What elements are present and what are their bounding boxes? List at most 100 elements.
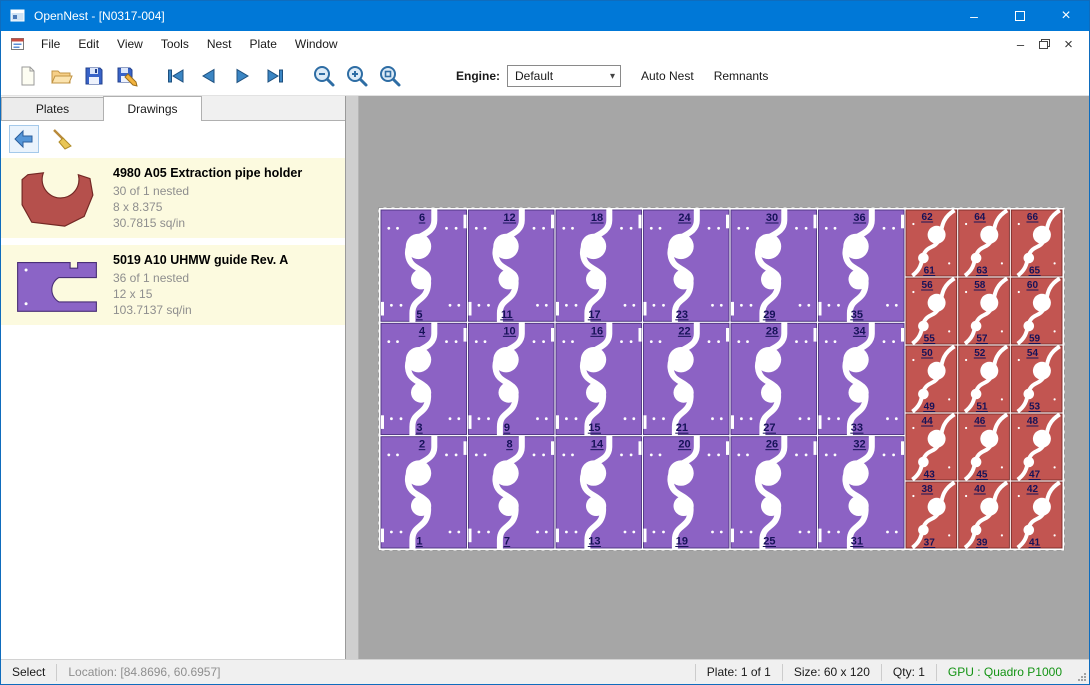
zoom-fit-icon [377, 63, 403, 89]
svg-text:52: 52 [974, 348, 986, 359]
drawing-nested-count: 36 of 1 nested [113, 270, 288, 286]
drawings-toolbar [1, 121, 345, 157]
drawing-size: 8 x 8.375 [113, 199, 302, 215]
previous-arrow-icon [197, 64, 221, 88]
svg-text:10: 10 [503, 325, 515, 337]
svg-text:59: 59 [1029, 334, 1041, 345]
svg-text:44: 44 [922, 416, 934, 427]
drawing-size: 12 x 15 [113, 286, 288, 302]
save-as-button[interactable] [110, 60, 143, 92]
auto-nest-button[interactable]: Auto Nest [641, 69, 694, 83]
resize-grip[interactable] [1073, 660, 1089, 684]
nest-plate[interactable]: 6512111817242330293635431091615222128273… [378, 207, 1065, 551]
save-button[interactable] [77, 60, 110, 92]
menu-file[interactable]: File [32, 32, 69, 56]
panel-tabs: Plates Drawings [1, 96, 345, 121]
status-gpu: GPU : Quadro P1000 [937, 665, 1073, 679]
tab-plates[interactable]: Plates [1, 97, 104, 120]
svg-text:18: 18 [591, 212, 603, 224]
nest-canvas[interactable]: 6512111817242330293635431091615222128273… [359, 96, 1089, 659]
mdi-close-button[interactable]: × [1058, 35, 1079, 54]
part-thumbnail-red [11, 164, 103, 232]
svg-text:27: 27 [763, 422, 775, 434]
menu-nest[interactable]: Nest [198, 32, 241, 56]
svg-text:31: 31 [851, 536, 863, 548]
back-arrow-icon [12, 127, 36, 151]
status-location: Location: [84.8696, 60.6957] [57, 665, 231, 679]
minimize-button[interactable]: – [951, 1, 997, 31]
drawing-item-extraction-pipe-holder[interactable]: 4980 A05 Extraction pipe holder 30 of 1 … [1, 158, 345, 238]
engine-select[interactable]: Default ▾ [507, 65, 621, 87]
svg-text:39: 39 [976, 538, 988, 549]
maximize-button[interactable] [997, 1, 1043, 31]
menu-view[interactable]: View [108, 32, 152, 56]
drawing-item-uhmw-guide[interactable]: 5019 A10 UHMW guide Rev. A 36 of 1 neste… [1, 245, 345, 325]
next-plate-button[interactable] [225, 60, 258, 92]
app-icon [10, 8, 26, 24]
svg-text:22: 22 [678, 325, 690, 337]
clear-button[interactable] [47, 125, 77, 153]
svg-text:7: 7 [504, 536, 510, 548]
engine-value: Default [515, 69, 610, 83]
svg-text:41: 41 [1029, 538, 1041, 549]
last-arrow-icon [263, 64, 287, 88]
svg-text:48: 48 [1027, 416, 1039, 427]
close-button[interactable]: × [1043, 1, 1089, 31]
next-arrow-icon [230, 64, 254, 88]
first-plate-button[interactable] [159, 60, 192, 92]
svg-text:5: 5 [416, 309, 422, 321]
svg-text:53: 53 [1029, 402, 1041, 413]
restore-icon [1039, 39, 1050, 49]
svg-text:64: 64 [974, 212, 986, 223]
mdi-minimize-button[interactable]: – [1010, 35, 1031, 54]
drawing-nested-count: 30 of 1 nested [113, 183, 302, 199]
previous-plate-button[interactable] [192, 60, 225, 92]
status-plate: Plate: 1 of 1 [696, 665, 782, 679]
mdi-restore-button[interactable] [1034, 35, 1055, 54]
svg-text:15: 15 [588, 422, 600, 434]
svg-text:13: 13 [588, 536, 600, 548]
menu-tools[interactable]: Tools [152, 32, 198, 56]
zoom-fit-button[interactable] [373, 60, 406, 92]
svg-text:12: 12 [503, 212, 515, 224]
remnants-button[interactable]: Remnants [714, 69, 769, 83]
new-button[interactable] [11, 60, 44, 92]
zoom-out-button[interactable] [307, 60, 340, 92]
svg-text:25: 25 [763, 536, 775, 548]
svg-text:60: 60 [1027, 280, 1039, 291]
last-plate-button[interactable] [258, 60, 291, 92]
svg-text:42: 42 [1027, 484, 1039, 495]
svg-text:16: 16 [591, 325, 603, 337]
drawing-list: 4980 A05 Extraction pipe holder 30 of 1 … [1, 157, 345, 659]
svg-text:49: 49 [924, 402, 936, 413]
engine-label: Engine: [456, 69, 500, 83]
svg-text:50: 50 [922, 348, 934, 359]
toolbar: Engine: Default ▾ Auto Nest Remnants [1, 57, 1089, 96]
svg-text:6: 6 [419, 212, 425, 224]
panel-splitter[interactable] [346, 96, 359, 659]
svg-text:62: 62 [922, 212, 934, 223]
status-size: Size: 60 x 120 [783, 665, 881, 679]
svg-text:30: 30 [766, 212, 778, 224]
svg-text:47: 47 [1029, 470, 1041, 481]
menu-window[interactable]: Window [286, 32, 347, 56]
zoom-in-button[interactable] [340, 60, 373, 92]
svg-text:63: 63 [976, 266, 988, 277]
svg-text:58: 58 [974, 280, 986, 291]
svg-text:8: 8 [506, 439, 512, 451]
part-thumbnail-purple [11, 251, 103, 319]
chevron-down-icon: ▾ [610, 71, 615, 82]
svg-text:45: 45 [976, 470, 988, 481]
svg-text:57: 57 [976, 334, 988, 345]
return-part-button[interactable] [9, 125, 39, 153]
menu-edit[interactable]: Edit [69, 32, 108, 56]
open-button[interactable] [44, 60, 77, 92]
tab-drawings[interactable]: Drawings [103, 96, 202, 121]
svg-text:3: 3 [416, 422, 422, 434]
menu-plate[interactable]: Plate [241, 32, 286, 56]
window-title: OpenNest - [N0317-004] [34, 9, 165, 23]
svg-text:56: 56 [922, 280, 934, 291]
grip-dots-icon [1077, 672, 1087, 682]
svg-text:40: 40 [974, 484, 986, 495]
svg-text:1: 1 [416, 536, 422, 548]
